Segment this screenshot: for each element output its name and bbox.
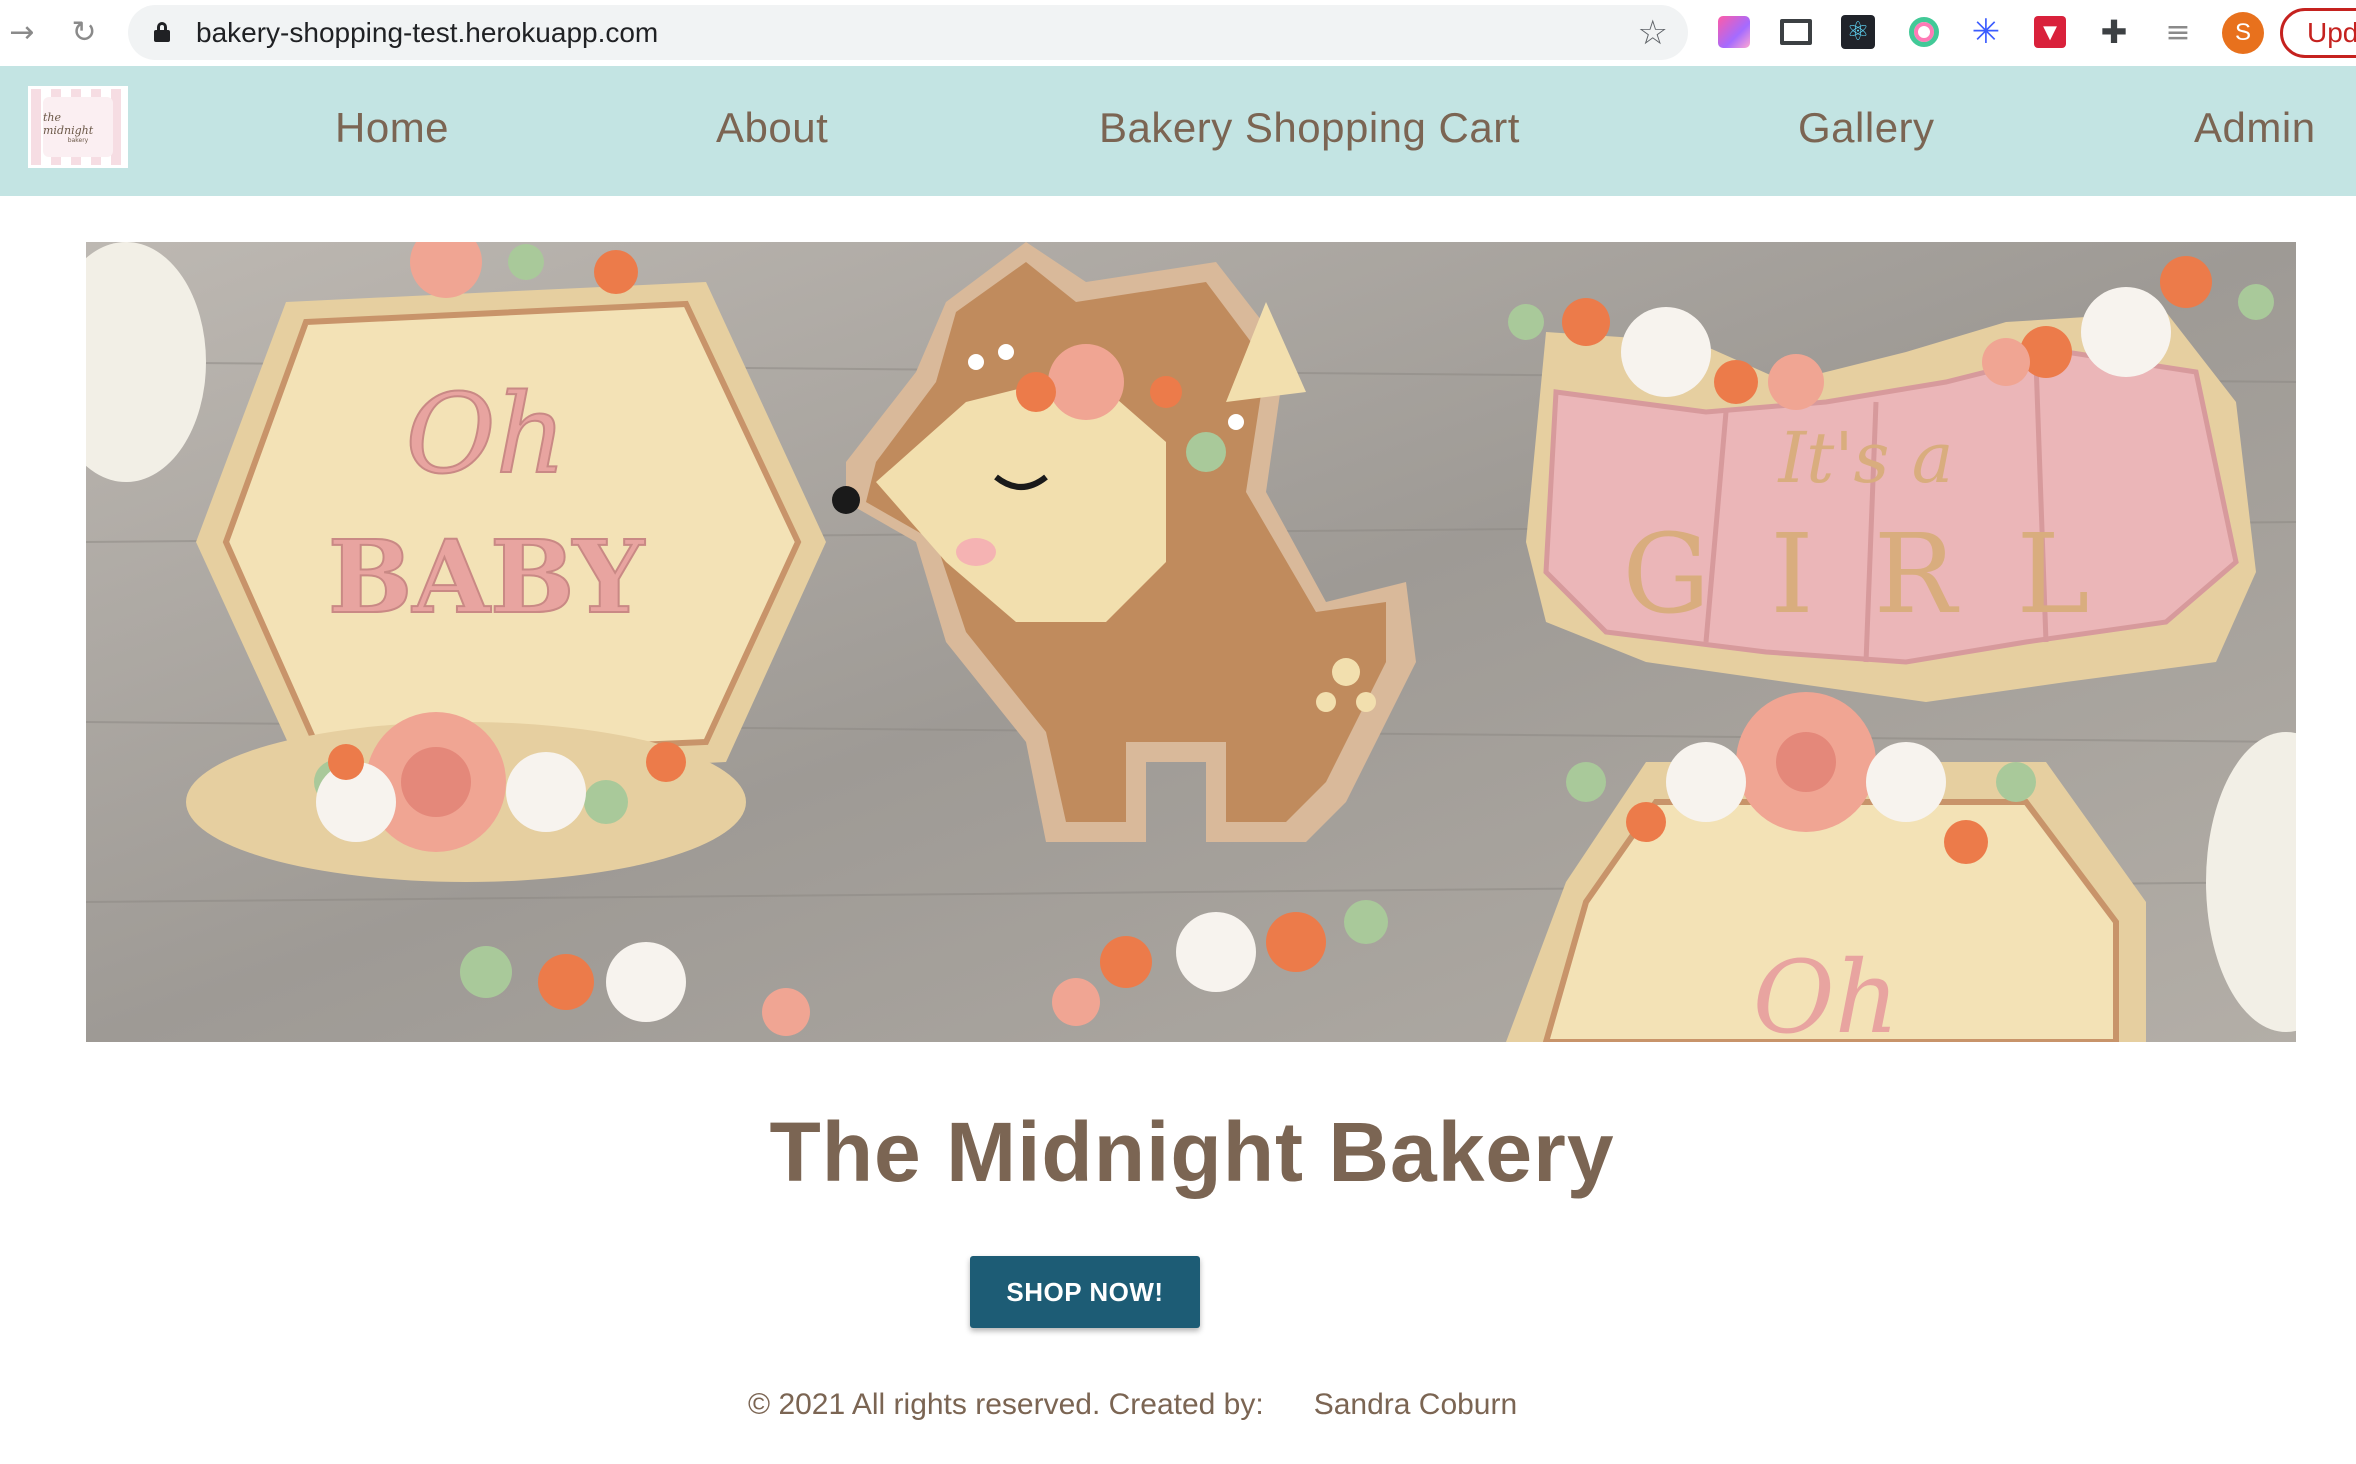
cookie-text-baby: BABY — [328, 518, 646, 636]
footer: © 2021 All rights reserved. Created by: S… — [748, 1388, 1517, 1422]
nav-admin-link[interactable]: Admin — [2194, 104, 2316, 152]
url-text[interactable]: bakery-shopping-test.herokuapp.com — [196, 17, 658, 49]
hero-cookie-image: Oh BABY It's a GIRL Oh — [86, 242, 2296, 1042]
site-title: The Midnight Bakery — [769, 1105, 1615, 1199]
forward-arrow-icon[interactable]: → — [4, 14, 40, 50]
nav-cart-link[interactable]: Bakery Shopping Cart — [1099, 104, 1520, 152]
logo-text: the midnight — [43, 110, 94, 137]
puzzle-icon[interactable]: ✚ — [2094, 12, 2134, 52]
nav-gallery-link[interactable]: Gallery — [1798, 104, 1935, 152]
cookie-text-oh: Oh — [405, 370, 566, 498]
screen-capture-icon[interactable] — [1776, 12, 1816, 52]
shield-extension-icon[interactable]: ▼ — [2030, 12, 2070, 52]
cookie-text-oh-2: Oh — [1753, 939, 1899, 1042]
nav-about-link[interactable]: About — [716, 104, 828, 152]
profile-avatar[interactable]: S — [2222, 12, 2264, 54]
lock-icon[interactable] — [154, 22, 170, 42]
footer-author: Sandra Coburn — [1313, 1388, 1518, 1421]
bakery-logo[interactable]: the midnight bakery — [28, 86, 128, 168]
circle-extension-icon[interactable] — [1904, 12, 1944, 52]
nav-home-link[interactable]: Home — [335, 104, 449, 152]
flower-extension-icon[interactable]: ✳ — [1966, 12, 2006, 52]
footer-copyright: © 2021 All rights reserved. Created by: — [748, 1388, 1264, 1421]
cookie-text-its-a: It's a — [1777, 417, 1954, 499]
browser-toolbar: → ↻ bakery-shopping-test.herokuapp.com ☆… — [0, 0, 2356, 66]
shop-now-button[interactable]: SHOP NOW! — [970, 1256, 1200, 1328]
site-navbar: the midnight bakery Home About Bakery Sh… — [0, 66, 2356, 196]
bookmark-star-icon[interactable]: ☆ — [1638, 13, 1668, 53]
media-control-icon[interactable]: ≡ — [2158, 12, 2198, 52]
react-devtools-icon[interactable]: ⚛ — [1838, 12, 1878, 52]
cookie-illustration: Oh BABY It's a GIRL Oh — [86, 242, 2296, 1042]
logo-subtext: bakery — [67, 136, 89, 144]
update-button[interactable]: Upd — [2280, 8, 2356, 58]
logo-badge: the midnight bakery — [43, 97, 113, 157]
gradient-extension-icon[interactable] — [1714, 12, 1754, 52]
cookie-text-girl: GIRL — [1622, 510, 2149, 638]
address-bar[interactable]: bakery-shopping-test.herokuapp.com ☆ — [128, 5, 1688, 60]
reload-icon[interactable]: ↻ — [66, 14, 102, 50]
